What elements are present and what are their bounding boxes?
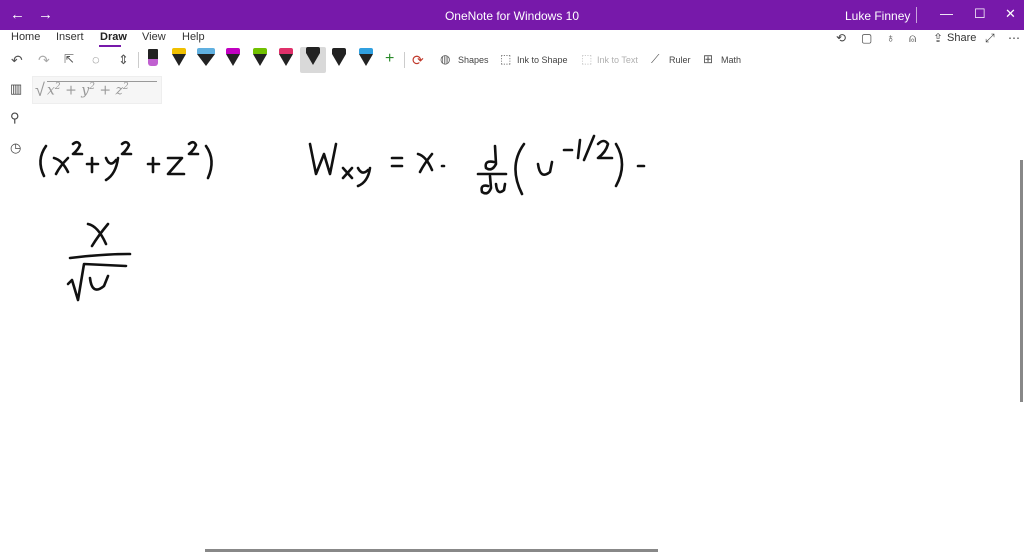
- notebooks-icon[interactable]: ▥: [10, 81, 22, 97]
- left-rail: ▥ ⚲ ◷: [0, 74, 32, 554]
- toolbar-divider: [138, 52, 139, 68]
- ink-x: [416, 152, 434, 174]
- lasso-select-icon[interactable]: ◌: [92, 52, 100, 67]
- ink-u-denominator: [494, 182, 507, 194]
- ink-sqrt: [66, 262, 128, 302]
- expand-icon[interactable]: ⤢: [985, 31, 995, 46]
- tab-insert[interactable]: Insert: [56, 31, 84, 43]
- note-canvas[interactable]: √ x2 + y2 + z2: [32, 74, 1024, 554]
- share-icon[interactable]: ⇪: [933, 31, 943, 45]
- ink-one: [576, 138, 582, 160]
- ink-x: [86, 222, 110, 248]
- ink-W: [308, 142, 338, 176]
- ink-paren-close: [204, 144, 213, 180]
- ink-y: [104, 156, 120, 182]
- highlighter-pen[interactable]: [146, 49, 160, 69]
- ruler-icon[interactable]: ⟋: [651, 52, 659, 67]
- more-icon[interactable]: ⋯: [1008, 31, 1020, 45]
- pen-black[interactable]: [329, 48, 349, 70]
- ink-d-denominator: [480, 174, 493, 195]
- titlebar-divider: [916, 7, 917, 23]
- ink-to-shape-icon[interactable]: ⬚: [500, 52, 511, 66]
- ribbon-tabs: Home Insert Draw View Help ⟲ ▢ ♁ ⍝ ⇪ Sha…: [0, 30, 1024, 47]
- ink-x: [52, 156, 70, 176]
- ruler-button[interactable]: Ruler: [669, 55, 691, 65]
- pen-lightblue[interactable]: [196, 48, 216, 70]
- ink-sub-y: [356, 166, 372, 188]
- tab-home[interactable]: Home: [11, 31, 40, 43]
- ink-plus: [85, 156, 100, 174]
- tab-help[interactable]: Help: [182, 31, 205, 43]
- ink-paren-close: [614, 142, 624, 188]
- bell-icon[interactable]: ⍝: [909, 31, 916, 46]
- ink-slash: [582, 134, 596, 162]
- ink-exp-2: [71, 140, 84, 156]
- ink-u: [536, 160, 554, 176]
- ink-exp-2: [120, 140, 133, 156]
- pen-blue[interactable]: [356, 48, 376, 70]
- ink-to-text-icon[interactable]: ⬚: [581, 52, 592, 66]
- shapes-button[interactable]: Shapes: [458, 55, 489, 65]
- ink-equals: [390, 156, 404, 168]
- maximize-button[interactable]: ☐: [974, 6, 986, 22]
- ink-to-shape-button[interactable]: Ink to Shape: [517, 55, 568, 65]
- title-bar: ← → OneNote for Windows 10 Luke Finney —…: [0, 0, 1024, 30]
- vertical-scrollbar[interactable]: [1020, 160, 1023, 402]
- ink-u: [88, 274, 110, 291]
- ink-replay-icon[interactable]: ⟳: [412, 52, 424, 69]
- ink-exp-2: [187, 140, 200, 156]
- ink-plus: [146, 156, 161, 174]
- recent-icon[interactable]: ◷: [10, 140, 21, 156]
- undo-icon[interactable]: ↶: [11, 52, 23, 69]
- pen-pink[interactable]: [276, 48, 296, 70]
- ink-z: [166, 156, 186, 176]
- ink-to-text-button[interactable]: Ink to Text: [597, 55, 638, 65]
- pen-magenta[interactable]: [223, 48, 243, 70]
- lightbulb-icon[interactable]: ♁: [886, 31, 895, 45]
- pen-yellow[interactable]: [169, 48, 189, 70]
- ink-paren-open: [39, 144, 48, 178]
- shapes-icon[interactable]: ◍: [440, 52, 450, 66]
- ink-paren-open: [514, 142, 526, 196]
- close-button[interactable]: ✕: [1005, 6, 1016, 22]
- share-button[interactable]: Share: [947, 32, 976, 44]
- draw-toolbar: ↶ ↷ ⇱ ◌ ⇕ + ⟳ ◍ Shapes ⬚ Ink to Shape ⬚ …: [0, 47, 1024, 74]
- ink-fraction-bar: [68, 252, 132, 260]
- math-icon[interactable]: ⊞: [703, 52, 713, 66]
- pen-black-selected[interactable]: [300, 47, 326, 73]
- sync-icon[interactable]: ⟲: [836, 31, 846, 45]
- ink-two: [596, 139, 614, 160]
- ink-sub-x: [341, 166, 354, 180]
- redo-icon[interactable]: ↷: [38, 52, 50, 69]
- minimize-button[interactable]: —: [940, 6, 953, 21]
- pen-green[interactable]: [250, 48, 270, 70]
- toolbar-divider: [404, 52, 405, 68]
- notebook-icon[interactable]: ▢: [861, 31, 872, 45]
- tab-draw[interactable]: Draw: [100, 31, 127, 43]
- ink-d-numerator: [484, 144, 498, 171]
- handwritten-ink: [39, 134, 646, 302]
- tab-view[interactable]: View: [142, 31, 166, 43]
- select-text-icon[interactable]: ⇱: [64, 52, 74, 66]
- insert-space-icon[interactable]: ⇕: [118, 52, 129, 68]
- add-pen-button[interactable]: +: [385, 50, 394, 68]
- math-button[interactable]: Math: [721, 55, 741, 65]
- user-name[interactable]: Luke Finney: [845, 9, 910, 23]
- search-icon[interactable]: ⚲: [10, 110, 20, 126]
- horizontal-scrollbar[interactable]: [205, 549, 658, 552]
